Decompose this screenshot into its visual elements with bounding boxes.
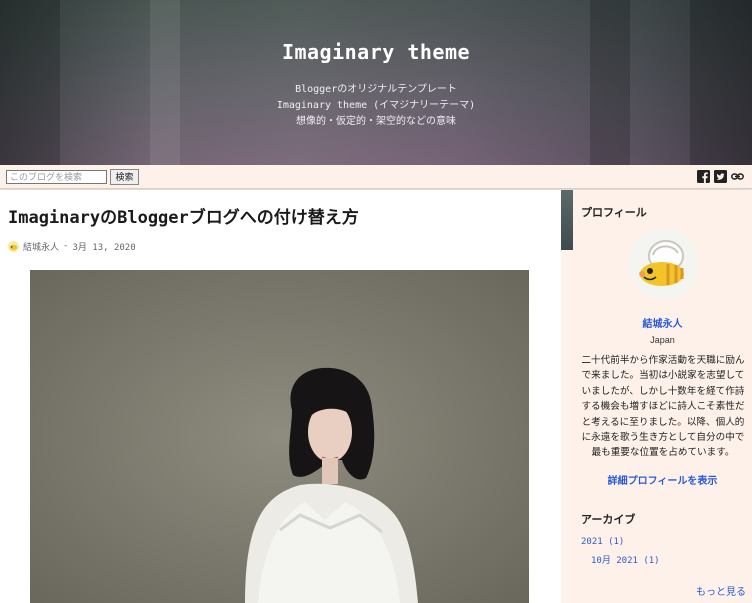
author-avatar-icon[interactable] (8, 240, 19, 252)
blog-description-line: Bloggerのオリジナルテンプレート (295, 84, 457, 95)
blog-description-line: Imaginary theme (イマジナリーテーマ) (276, 100, 476, 111)
blog-header: Imaginary theme Bloggerのオリジナルテンプレート Imag… (0, 0, 752, 165)
profile-name[interactable]: 結城永人 (573, 315, 752, 330)
facebook-icon[interactable] (697, 170, 710, 183)
show-more-link[interactable]: もっと見る (696, 583, 746, 598)
blog-title[interactable]: Imaginary theme (0, 40, 752, 64)
profile-heading: プロフィール (581, 207, 647, 219)
twitter-icon[interactable] (714, 170, 727, 183)
search-button[interactable]: 検索 (110, 169, 139, 185)
search-toolbar: 検索 (0, 165, 752, 189)
profile-bio: 二十代前半から作家活動を天職に励んで来ました。当初は小説家を志望していましたが、… (581, 355, 745, 459)
post-title[interactable]: ImaginaryのBloggerブログへの付け替え方 (8, 203, 359, 228)
archive-heading: アーカイブ (581, 514, 636, 526)
woman-portrait-image (30, 270, 529, 603)
post-meta-separator: - (63, 241, 69, 251)
profile-location: Japan (650, 335, 675, 345)
link-icon[interactable] (731, 170, 744, 183)
post-meta: 結城永人 - 3月 13, 2020 (8, 239, 136, 253)
archive-year-link[interactable]: 2021 (1) (581, 537, 624, 547)
post-author[interactable]: 結城永人 (23, 240, 59, 253)
scrollbar-thumb[interactable] (561, 190, 573, 250)
profile-avatar[interactable] (628, 229, 698, 299)
blog-description-line: 想像的・仮定的・架空的などの意味 (296, 116, 456, 127)
bee-avatar-icon (628, 229, 698, 299)
post-date[interactable]: 3月 13, 2020 (72, 240, 135, 253)
archive-month-link[interactable]: 10月 2021 (1) (591, 553, 660, 566)
post-featured-image[interactable] (30, 270, 529, 603)
blog-description: Bloggerのオリジナルテンプレート Imaginary theme (イマジ… (0, 82, 752, 130)
search-input[interactable] (6, 170, 107, 184)
view-full-profile-link[interactable]: 詳細プロフィールを表示 (573, 472, 752, 487)
